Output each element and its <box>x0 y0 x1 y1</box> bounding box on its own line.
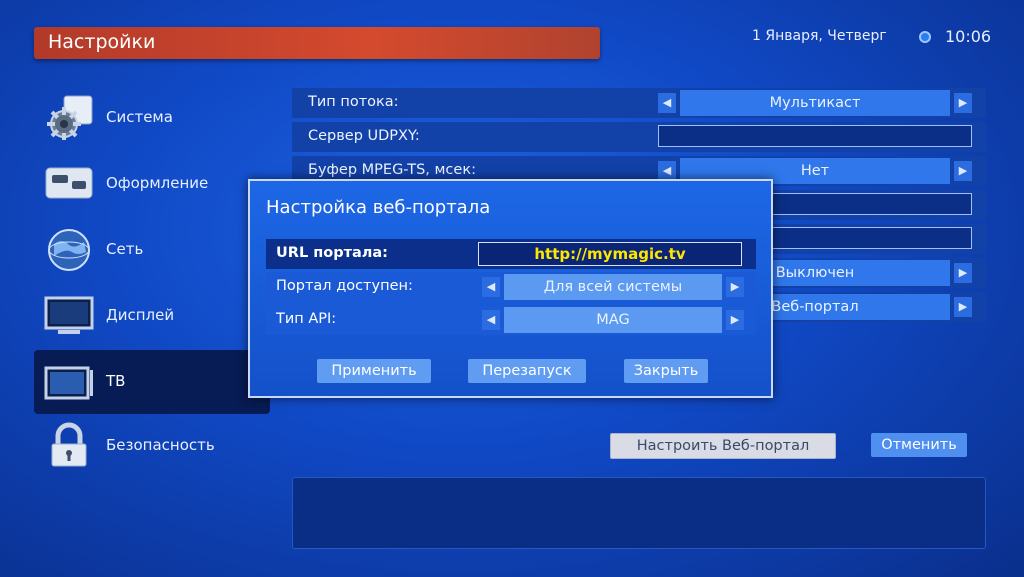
sidebar-item-label: ТВ <box>106 372 126 390</box>
stream-type-value: Мультикаст <box>680 90 950 116</box>
arrow-right-icon[interactable]: ▶ <box>726 310 744 330</box>
sidebar-item-label: Система <box>106 108 173 126</box>
apply-button[interactable]: Применить <box>317 359 431 383</box>
configure-portal-button[interactable]: Настроить Веб-портал <box>610 433 836 459</box>
monitor-icon <box>44 296 94 334</box>
availability-label: Портал доступен: <box>276 278 413 294</box>
arrow-left-icon[interactable]: ◀ <box>482 277 500 297</box>
sidebar-item-display[interactable]: Дисплей <box>34 286 270 346</box>
time-label: 10:06 <box>945 27 992 46</box>
api-type-row: Тип API: ◀ MAG ▶ <box>266 305 756 335</box>
arrow-right-icon[interactable]: ▶ <box>954 263 972 283</box>
api-type-value: MAG <box>504 307 722 333</box>
sidebar-item-label: Безопасность <box>106 436 215 454</box>
udpxy-label: Сервер UDPXY: <box>308 128 420 144</box>
arrow-left-icon[interactable]: ◀ <box>658 93 676 113</box>
cancel-button[interactable]: Отменить <box>871 433 967 457</box>
sidebar-item-security[interactable]: Безопасность <box>34 416 270 476</box>
arrow-left-icon[interactable]: ◀ <box>482 310 500 330</box>
stream-type-selector[interactable]: ◀ Мультикаст ▶ <box>658 90 972 116</box>
portal-url-input[interactable]: http://mymagic.tv <box>478 242 742 266</box>
sidebar-item-label: Сеть <box>106 240 144 258</box>
udpxy-server-input[interactable] <box>658 125 972 147</box>
url-label: URL портала: <box>276 245 388 261</box>
sidebar-item-appearance[interactable]: Оформление <box>34 154 270 214</box>
globe-icon <box>48 229 90 271</box>
arrow-right-icon[interactable]: ▶ <box>726 277 744 297</box>
availability-selector[interactable]: ◀ Для всей системы ▶ <box>482 274 744 300</box>
portal-availability-row: Портал доступен: ◀ Для всей системы ▶ <box>266 272 756 302</box>
restart-button[interactable]: Перезапуск <box>468 359 586 383</box>
gear-icon <box>47 95 93 140</box>
dialog-title: Настройка веб-портала <box>266 197 491 218</box>
api-type-selector[interactable]: ◀ MAG ▶ <box>482 307 744 333</box>
stream-type-label: Тип потока: <box>308 94 399 110</box>
setting-udpxy-server: Сервер UDPXY: <box>292 122 986 152</box>
clock-icon <box>919 31 931 43</box>
setting-stream-type: Тип потока: ◀ Мультикаст ▶ <box>292 88 986 118</box>
arrow-right-icon[interactable]: ▶ <box>954 93 972 113</box>
date-label: 1 Января, Четверг <box>752 28 887 44</box>
web-portal-dialog: Настройка веб-портала URL портала: http:… <box>248 179 773 398</box>
sidebar-item-system[interactable]: Система <box>34 88 270 148</box>
info-panel <box>292 477 986 549</box>
api-label: Тип API: <box>276 311 337 327</box>
arrow-right-icon[interactable]: ▶ <box>954 161 972 181</box>
page-title: Настройки <box>48 31 156 53</box>
header-title-bar: Настройки <box>34 27 600 59</box>
sidebar-item-label: Дисплей <box>106 306 175 324</box>
lock-icon <box>51 422 87 467</box>
palette-icon <box>45 167 93 199</box>
sidebar-item-tv[interactable]: ТВ <box>34 350 270 414</box>
sidebar-item-network[interactable]: Сеть <box>34 220 270 280</box>
arrow-right-icon[interactable]: ▶ <box>954 297 972 317</box>
portal-url-row: URL портала: http://mymagic.tv <box>266 239 756 269</box>
tv-icon <box>44 366 93 400</box>
availability-value: Для всей системы <box>504 274 722 300</box>
close-button[interactable]: Закрыть <box>624 359 708 383</box>
arrow-left-icon[interactable]: ◀ <box>658 161 676 181</box>
sidebar-item-label: Оформление <box>106 174 209 192</box>
mpeg-buffer-label: Буфер MPEG-TS, мсек: <box>308 162 476 178</box>
